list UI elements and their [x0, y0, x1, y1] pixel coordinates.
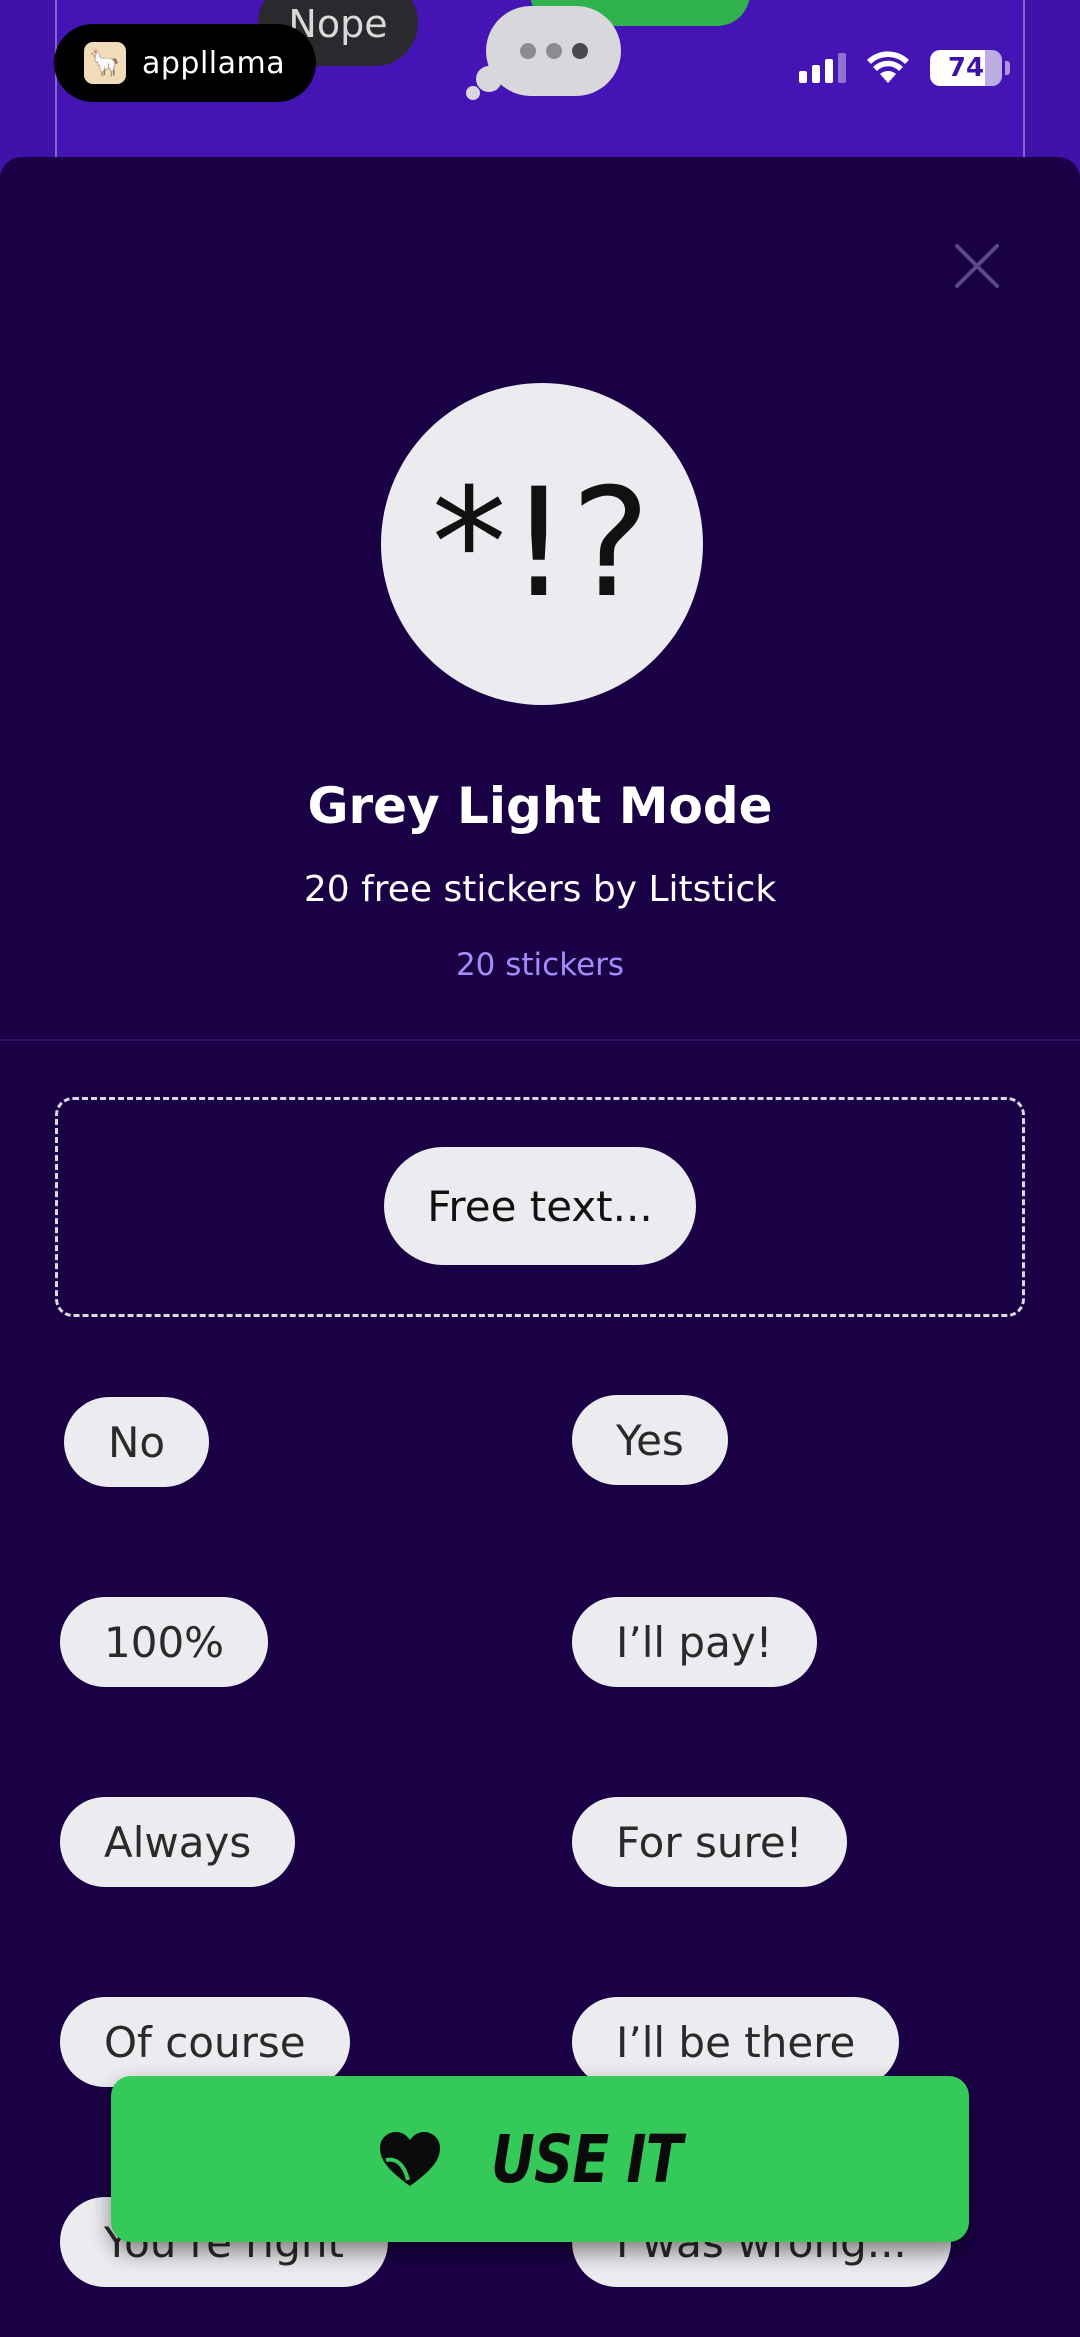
- use-it-label: USE IT: [490, 2120, 683, 2198]
- sticker-of-course[interactable]: Of course: [60, 1997, 350, 2087]
- battery-level: 74: [947, 53, 985, 83]
- typing-dot: [571, 43, 588, 59]
- sticker-label: Of course: [104, 2017, 306, 2067]
- cellular-signal-icon: [799, 53, 846, 83]
- battery-icon: 74: [930, 50, 1010, 86]
- background-app: Nope 🦙 appllama 74: [0, 0, 1080, 170]
- sticker-no[interactable]: No: [64, 1397, 210, 1487]
- divider: [0, 1039, 1080, 1041]
- wifi-icon: [867, 51, 909, 83]
- pack-title: Grey Light Mode: [307, 777, 773, 835]
- sticker-pack-preview: *!?: [381, 383, 703, 705]
- sticker-label: I’ll pay!: [616, 1617, 773, 1667]
- sticker-pack-sheet: *!? Grey Light Mode 20 free stickers by …: [0, 157, 1080, 2337]
- brand-pill: 🦙 appllama: [54, 24, 316, 102]
- sticker-label: No: [108, 1417, 166, 1467]
- free-text-label: Free text...: [427, 1181, 653, 1231]
- status-icons: 74: [799, 50, 1010, 86]
- sticker-for-sure[interactable]: For sure!: [572, 1797, 847, 1887]
- sticker-ill-pay[interactable]: I’ll pay!: [572, 1597, 817, 1687]
- pack-subtitle: 20 free stickers by Litstick: [303, 869, 777, 910]
- typing-dot: [519, 43, 536, 59]
- sticker-label: I’ll be there: [616, 2017, 856, 2067]
- typing-indicator-bubble: [486, 6, 621, 96]
- llama-icon: 🦙: [84, 42, 126, 84]
- close-icon: [955, 244, 999, 288]
- typing-dot: [545, 43, 562, 59]
- sticker-always[interactable]: Always: [60, 1797, 296, 1887]
- heart-icon: [379, 2132, 440, 2186]
- close-button[interactable]: [948, 237, 1006, 295]
- typing-bubble-tail-small: [466, 86, 480, 100]
- sticker-yes[interactable]: Yes: [572, 1395, 728, 1485]
- sticker-100-percent[interactable]: 100%: [60, 1597, 269, 1687]
- brand-name: appllama: [142, 45, 286, 81]
- sticker-label: For sure!: [616, 1817, 803, 1867]
- sticker-preview-glyphs: *!?: [431, 457, 653, 631]
- use-it-button[interactable]: USE IT: [111, 2076, 969, 2242]
- pack-sticker-count: 20 stickers: [455, 947, 625, 983]
- sticker-label: Always: [104, 1817, 252, 1867]
- free-text-sticker[interactable]: Free text...: [384, 1147, 696, 1265]
- sticker-label: 100%: [104, 1617, 225, 1667]
- sticker-label: Yes: [616, 1415, 684, 1465]
- sticker-ill-be-there[interactable]: I’ll be there: [572, 1997, 900, 2087]
